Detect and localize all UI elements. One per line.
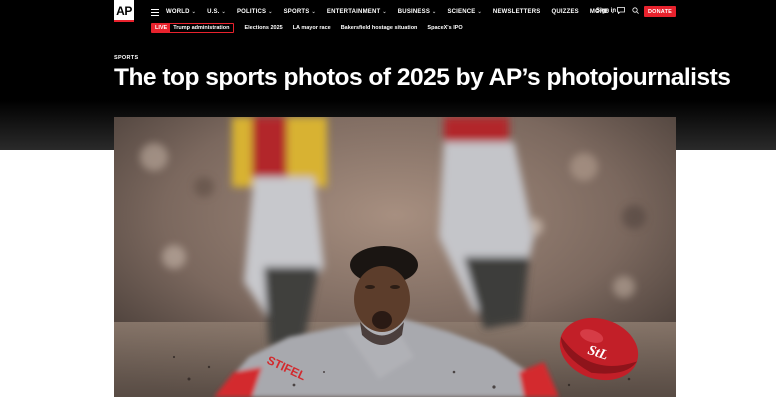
section-label[interactable]: SPORTS	[114, 55, 138, 61]
live-link-label: Trump administration	[173, 24, 230, 31]
nav-item-label: POLITICS	[236, 9, 267, 15]
chevron-down-icon: ⌄	[311, 9, 316, 15]
nav-item-label: SPORTS	[283, 9, 310, 15]
ap-logo[interactable]: AP	[114, 0, 134, 22]
hero-photo-art: STIFEL StL	[114, 117, 676, 397]
live-tag: LIVE	[152, 23, 171, 32]
trending-ticker: LIVE Trump administration Elections 2025…	[151, 22, 463, 33]
chevron-down-icon: ⌄	[432, 9, 437, 15]
ticker-link[interactable]: SpaceX's IPO	[427, 25, 462, 31]
nav-item-politics[interactable]: POLITICS ⌄	[237, 9, 273, 15]
nav-item-sports[interactable]: SPORTS ⌄	[284, 9, 316, 15]
nav-item-label: ENTERTAINMENT	[326, 9, 381, 15]
nav-item-label: BUSINESS	[397, 9, 431, 15]
ticker-link[interactable]: Elections 2025	[244, 25, 282, 31]
nav-item-label: WORLD	[166, 9, 190, 15]
article-headline: The top sports photos of 2025 by AP’s ph…	[114, 64, 731, 91]
nav-item-label: QUIZZES	[551, 9, 579, 15]
nav-item-science[interactable]: SCIENCE ⌄	[447, 9, 481, 15]
chevron-down-icon: ⌄	[477, 9, 482, 15]
ticker-link[interactable]: Bakersfield hostage situation	[341, 25, 418, 31]
main-nav: WORLD ⌄ U.S. ⌄ POLITICS ⌄ SPORTS ⌄ ENTERTAIN…	[166, 6, 615, 18]
hero-photo[interactable]: STIFEL StL	[114, 117, 676, 397]
signin-link[interactable]: Sign in	[596, 8, 616, 14]
chevron-down-icon: ⌄	[268, 9, 273, 15]
nav-item-newsletters[interactable]: NEWSLETTERS	[493, 9, 541, 15]
chevron-down-icon: ⌄	[191, 9, 197, 15]
nav-item-label: U.S.	[207, 9, 220, 15]
live-badge[interactable]: LIVE Trump administration	[151, 22, 235, 33]
nav-item-label: NEWSLETTERS	[492, 9, 541, 15]
nav-item-entertainment[interactable]: ENTERTAINMENT ⌄	[327, 9, 387, 15]
donate-button[interactable]: DONATE	[644, 6, 676, 17]
nav-item-us[interactable]: U.S. ⌄	[207, 9, 226, 15]
menu-icon[interactable]	[151, 9, 159, 16]
nav-item-world[interactable]: WORLD ⌄	[166, 9, 196, 15]
chevron-down-icon: ⌄	[221, 9, 226, 15]
nav-item-label: SCIENCE	[447, 9, 476, 15]
chevron-down-icon: ⌄	[382, 9, 387, 15]
ticker-link[interactable]: LA mayor race	[293, 25, 331, 31]
search-icon[interactable]	[632, 7, 639, 14]
nav-item-business[interactable]: BUSINESS ⌄	[398, 9, 437, 15]
flag-icon[interactable]	[617, 7, 625, 14]
nav-item-quizzes[interactable]: QUIZZES	[551, 9, 578, 15]
